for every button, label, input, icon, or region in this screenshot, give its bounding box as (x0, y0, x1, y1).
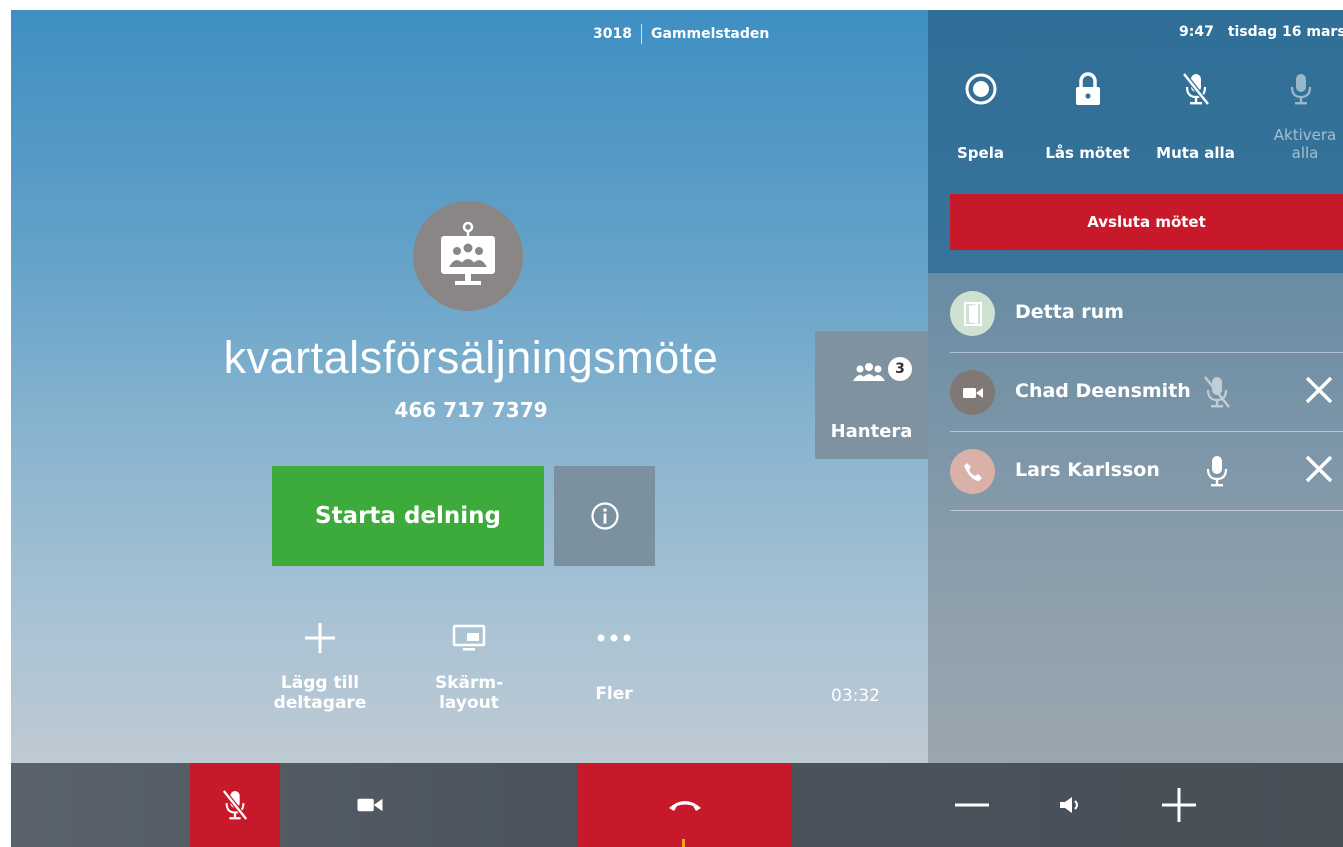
room-avatar (950, 291, 995, 336)
participant-mic[interactable] (1202, 374, 1232, 414)
mic-off-icon (1181, 72, 1210, 106)
participant-name: Detta rum (1015, 301, 1124, 323)
video-avatar (950, 370, 995, 415)
volume-up-button[interactable] (1156, 763, 1202, 847)
clock: 9:47 tisdag 16 mars (1179, 24, 1343, 40)
mic-icon (1290, 74, 1311, 105)
time: 9:47 (1179, 24, 1214, 40)
participant-name: Chad Deensmith (1015, 380, 1191, 402)
lock-meeting-label: Lås mötet (1045, 144, 1130, 162)
unmute-all-button[interactable]: Aktivera alla (1258, 70, 1343, 162)
screen: 3018 Gammelstaden kvartalsförsäljningsmö… (11, 10, 1343, 847)
more-dots-icon (597, 634, 631, 642)
participant-row[interactable]: Lars Karlsson (950, 431, 1343, 511)
participant-row[interactable]: Detta rum (950, 273, 1343, 353)
monitor-icon (452, 624, 486, 651)
participant-name: Lars Karlsson (1015, 459, 1160, 481)
room-name: Gammelstaden (650, 26, 770, 42)
call-view: 3018 Gammelstaden kvartalsförsäljningsmö… (11, 10, 928, 763)
add-participant-label: Lägg till deltagare (273, 673, 367, 713)
mic-icon (1206, 456, 1228, 487)
meeting-avatar (413, 201, 523, 311)
meeting-title: kvartalsförsäljningsmöte (223, 332, 719, 383)
minus-icon (955, 803, 989, 807)
door-icon (963, 301, 982, 326)
close-icon (1305, 376, 1333, 404)
volume-indicator (1051, 763, 1091, 847)
end-call-button[interactable] (577, 763, 792, 847)
hang-up-icon (668, 801, 701, 811)
remove-participant-button[interactable] (1303, 374, 1335, 410)
manage-participants-button[interactable]: 3 Hantera (815, 331, 928, 459)
manage-label: Hantera (830, 421, 913, 442)
divider (640, 24, 642, 44)
info-button[interactable] (554, 466, 655, 566)
phone-icon (963, 462, 982, 481)
conference-icon (441, 221, 495, 285)
record-label: Spela (957, 144, 1004, 162)
meeting-number: 466 717 7379 (394, 398, 548, 422)
mute-all-label: Muta alla (1156, 144, 1235, 162)
participants-icon (853, 363, 885, 381)
camera-button[interactable] (325, 763, 415, 847)
more-label: Fler (595, 684, 633, 704)
room-id: 3018 Gammelstaden (593, 24, 769, 44)
start-share-button[interactable]: Starta delning (272, 466, 544, 566)
call-indicator (682, 839, 685, 847)
participant-row[interactable]: Chad Deensmith (950, 352, 1343, 432)
call-timer: 03:32 (831, 686, 880, 706)
unmute-all-label: Aktivera alla (1273, 126, 1337, 162)
call-control-bar (11, 763, 1343, 847)
participant-mic[interactable] (1202, 453, 1232, 493)
remove-participant-button[interactable] (1303, 453, 1335, 489)
mic-off-icon (221, 789, 249, 821)
microphone-button[interactable] (190, 763, 280, 847)
mute-all-button[interactable]: Muta alla (1153, 70, 1238, 162)
add-participant-button[interactable]: Lägg till deltagare (265, 621, 375, 713)
participant-count-badge: 3 (888, 357, 912, 381)
screen-layout-label: Skärm- layout (435, 673, 504, 713)
video-camera-icon (357, 798, 383, 812)
close-icon (1305, 455, 1333, 483)
info-icon (590, 502, 619, 530)
plus-icon (305, 623, 335, 653)
record-button[interactable]: Spela (938, 70, 1023, 162)
record-icon (965, 73, 996, 105)
lock-icon (1075, 72, 1100, 105)
speaker-icon (1060, 797, 1078, 813)
screen-layout-button[interactable]: Skärm- layout (414, 621, 524, 713)
plus-icon (1162, 788, 1196, 822)
more-button[interactable]: Fler (559, 621, 669, 704)
mic-off-icon (1204, 376, 1230, 408)
room-number: 3018 (593, 26, 632, 42)
video-camera-icon (962, 387, 983, 398)
volume-down-button[interactable] (949, 763, 995, 847)
phone-avatar (950, 449, 995, 494)
lock-meeting-button[interactable]: Lås mötet (1045, 70, 1130, 162)
end-meeting-button[interactable]: Avsluta mötet (950, 194, 1343, 250)
date: tisdag 16 mars (1227, 24, 1343, 40)
